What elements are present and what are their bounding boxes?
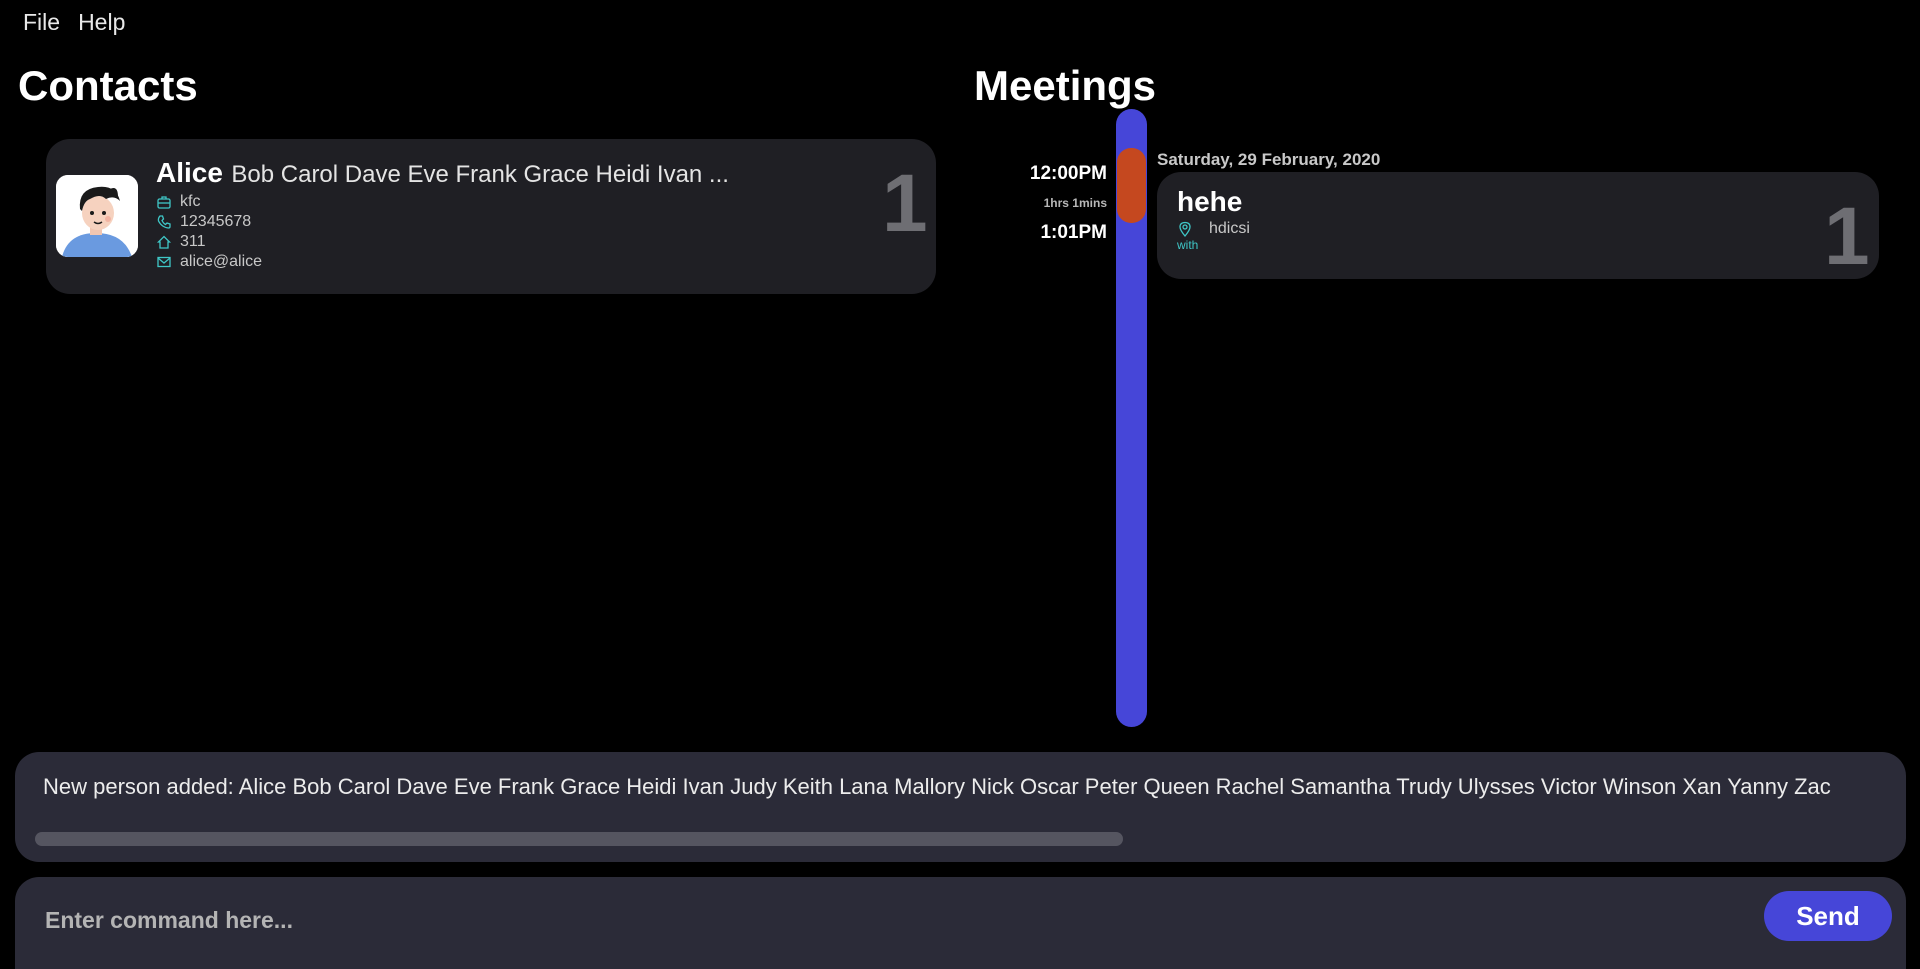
contact-first-name: Alice [156,157,223,188]
result-text: New person added: Alice Bob Carol Dave E… [43,774,1831,799]
briefcase-icon [156,194,172,210]
contact-email: alice@alice [180,253,263,270]
send-button[interactable]: Send [1764,891,1892,941]
meeting-end-time: 1:01PM [1040,222,1107,243]
meetings-title: Meetings [974,62,1157,109]
contact-company-row: kfc [156,192,200,212]
meeting-date: Saturday, 29 February, 2020 [1157,150,1381,169]
avatar [56,175,138,257]
menu-bar: File Help [0,0,1920,44]
timeline-event-marker[interactable] [1117,148,1146,223]
command-input[interactable] [43,897,1747,943]
contact-company: kfc [180,193,201,210]
menu-file[interactable]: File [14,9,69,36]
result-scrollbar[interactable] [35,832,1123,846]
meeting-location-row: hdicsi [1177,220,1250,238]
contact-phone: 12345678 [180,213,252,230]
avatar-icon [56,175,138,257]
phone-icon [156,214,172,230]
meeting-title: hehe [1177,186,1243,217]
contacts-title: Contacts [18,62,198,109]
menu-help[interactable]: Help [69,9,134,36]
meeting-location: hdicsi [1209,220,1250,237]
contact-address-row: 311 [156,232,206,252]
envelope-icon [156,254,172,270]
contact-email-row: alice@alice [156,252,262,272]
contact-phone-row: 12345678 [156,212,251,232]
contact-address: 311 [180,233,206,250]
location-pin-icon [1177,221,1193,237]
meeting-card[interactable]: hehe hdicsi with 1 [1157,172,1879,282]
contact-index: 1 [882,158,928,249]
meeting-start-time: 12:00PM [1029,163,1107,184]
meeting-index: 1 [1824,191,1870,282]
meeting-duration: 1hrs 1mins [1043,196,1107,210]
contact-name: Alice Bob Carol Dave Eve Frank Grace Hei… [156,157,729,189]
contact-rest-name: Bob Carol Dave Eve Frank Grace Heidi Iva… [231,161,729,188]
contact-card[interactable]: Alice Bob Carol Dave Eve Frank Grace Hei… [46,139,936,294]
home-icon [156,234,172,250]
meeting-with-label: with [1177,238,1199,252]
result-display: New person added: Alice Bob Carol Dave E… [15,752,1906,862]
command-box: Send [15,877,1906,969]
